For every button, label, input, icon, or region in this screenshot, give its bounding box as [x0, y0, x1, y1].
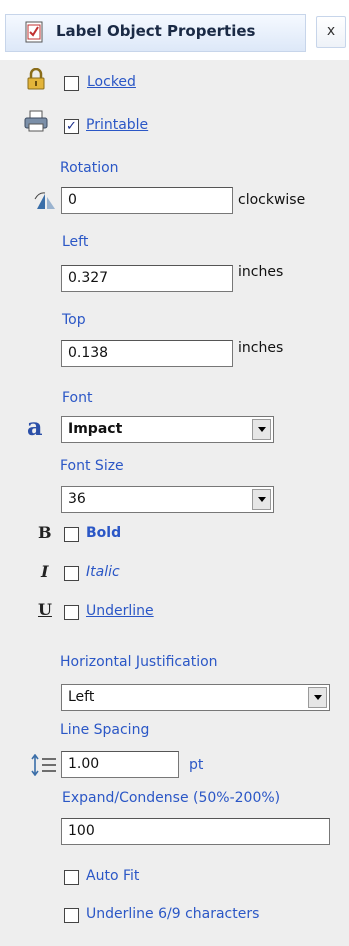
close-button[interactable]: x — [316, 16, 346, 48]
font-size-select[interactable]: 36 — [61, 486, 274, 513]
rotation-icon — [34, 192, 55, 209]
underline-icon: U — [38, 600, 52, 619]
underline-checkbox[interactable] — [64, 605, 79, 620]
rotation-unit: clockwise — [238, 192, 306, 208]
top-label: Top — [62, 312, 86, 328]
properties-icon — [25, 21, 43, 43]
rotation-input[interactable]: 0 — [61, 187, 233, 214]
font-icon: a — [27, 412, 43, 441]
left-input[interactable]: 0.327 — [61, 265, 233, 292]
line-spacing-input[interactable]: 1.00 — [61, 751, 179, 778]
left-unit: inches — [238, 264, 284, 280]
printable-checkbox[interactable]: ✓ — [64, 119, 79, 134]
properties-panel: Label Object Properties x Locked ✓ Print… — [0, 0, 349, 946]
printable-label[interactable]: Printable — [86, 117, 148, 133]
h-justification-select[interactable]: Left — [61, 684, 330, 711]
font-size-value: 36 — [68, 491, 86, 507]
locked-checkbox[interactable] — [64, 76, 79, 91]
expand-condense-input[interactable]: 100 — [61, 818, 330, 845]
top-unit: inches — [238, 340, 284, 356]
bold-icon: B — [38, 523, 52, 542]
font-label: Font — [62, 390, 93, 406]
expand-condense-label: Expand/Condense (50%-200%) — [62, 790, 281, 806]
top-input[interactable]: 0.138 — [61, 340, 233, 367]
h-justification-value: Left — [68, 689, 95, 705]
line-spacing-icon — [31, 754, 56, 776]
font-select[interactable]: Impact — [61, 416, 274, 443]
rotation-label: Rotation — [60, 160, 119, 176]
auto-fit-label[interactable]: Auto Fit — [86, 868, 139, 884]
underline-label[interactable]: Underline — [86, 603, 154, 619]
locked-label[interactable]: Locked — [87, 74, 136, 90]
left-label: Left — [62, 234, 89, 250]
underline-69-checkbox[interactable] — [64, 908, 79, 923]
font-size-label: Font Size — [60, 458, 124, 474]
underline-69-label[interactable]: Underline 6/9 characters — [86, 906, 259, 922]
h-justification-label: Horizontal Justification — [60, 654, 218, 670]
lock-icon — [27, 68, 45, 90]
line-spacing-unit: pt — [189, 757, 204, 773]
italic-icon: I — [41, 562, 49, 581]
auto-fit-checkbox[interactable] — [64, 870, 79, 885]
italic-label[interactable]: Italic — [86, 564, 120, 580]
chevron-down-icon[interactable] — [252, 489, 271, 510]
italic-checkbox[interactable] — [64, 566, 79, 581]
chevron-down-icon[interactable] — [252, 419, 271, 440]
bold-label[interactable]: Bold — [86, 525, 121, 541]
line-spacing-label: Line Spacing — [60, 722, 150, 738]
font-select-value: Impact — [68, 421, 123, 437]
panel-title: Label Object Properties — [56, 22, 256, 40]
bold-checkbox[interactable] — [64, 527, 79, 542]
printer-icon — [24, 110, 48, 132]
chevron-down-icon[interactable] — [308, 687, 327, 708]
